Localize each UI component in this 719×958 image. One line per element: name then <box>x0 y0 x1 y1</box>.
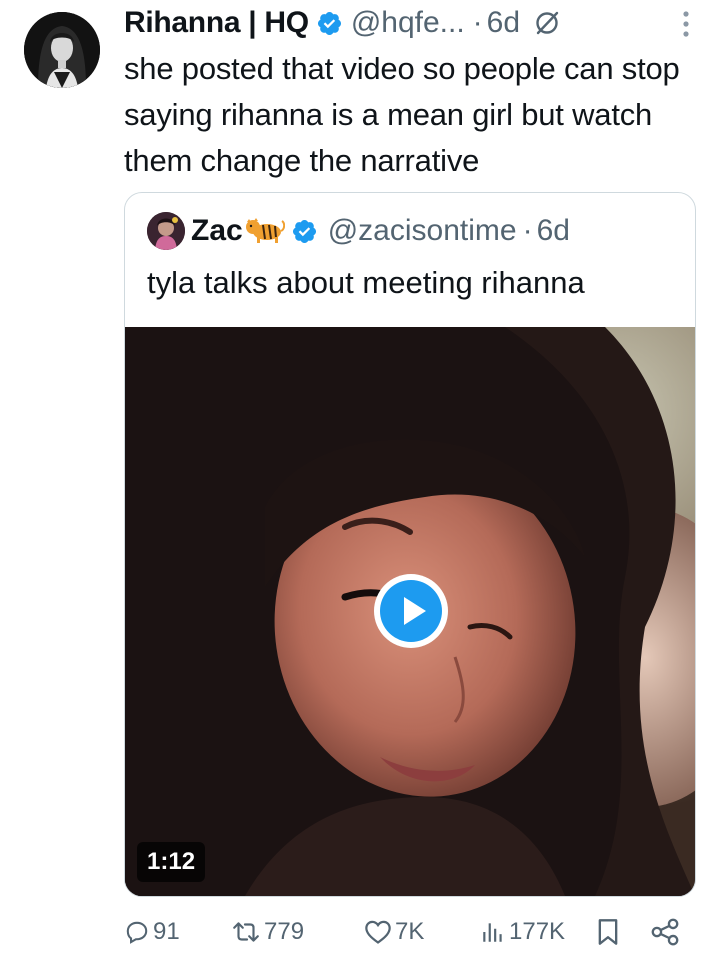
tiger-icon <box>245 218 285 243</box>
quote-author-handle[interactable]: @zacisontime <box>328 214 517 248</box>
tweet-text: she posted that video so people can stop… <box>124 51 680 178</box>
quote-author-avatar[interactable] <box>147 212 185 250</box>
like-button[interactable]: 7K <box>364 912 424 952</box>
quote-tweet-card[interactable]: Zac @zacisontime · 6d tyla talks about m… <box>124 192 696 897</box>
repost-button[interactable]: 779 <box>231 912 304 952</box>
muted-circle-slash-icon <box>536 11 559 35</box>
quote-text: tyla talks about meeting rihanna <box>147 265 585 300</box>
quote-verified-badge-icon <box>292 219 316 243</box>
quote-separator-dot: · <box>522 214 533 247</box>
author-avatar[interactable] <box>24 12 100 88</box>
play-button[interactable] <box>372 572 450 650</box>
video-duration-badge: 1:12 <box>137 842 206 882</box>
bookmark-icon <box>598 919 618 945</box>
tweet-header: Rihanna | HQ @hqfe... · 6d <box>124 0 714 46</box>
repost-icon <box>233 922 259 942</box>
video-player[interactable]: 1:12 <box>125 327 695 896</box>
like-count: 7K <box>395 918 425 945</box>
quote-header: Zac @zacisontime · 6d <box>147 211 570 251</box>
share-button[interactable] <box>650 912 680 952</box>
tweet-timestamp[interactable]: 6d <box>487 6 520 40</box>
separator-dot: · <box>472 6 483 39</box>
quote-avatar-image <box>147 212 185 250</box>
share-icon <box>651 918 679 946</box>
quote-timestamp[interactable]: 6d <box>537 214 570 248</box>
views-count: 177K <box>509 918 566 945</box>
reply-button[interactable]: 91 <box>124 912 180 952</box>
avatar-image <box>24 12 100 88</box>
repost-count: 779 <box>264 918 305 945</box>
views-chart-icon <box>483 923 502 942</box>
reply-count: 91 <box>153 918 180 945</box>
reply-icon <box>126 921 148 944</box>
author-display-name[interactable]: Rihanna | HQ <box>124 6 309 40</box>
tweet-action-bar: 91 779 7K 177K <box>124 912 694 952</box>
more-options-icon[interactable] <box>681 8 691 40</box>
quote-author-display-name[interactable]: Zac <box>191 214 243 248</box>
author-handle[interactable]: @hqfe... <box>351 6 465 40</box>
bookmark-button[interactable] <box>596 912 620 952</box>
verified-badge-icon <box>317 11 341 35</box>
heart-icon <box>365 920 391 944</box>
views-button[interactable]: 177K <box>480 912 565 952</box>
